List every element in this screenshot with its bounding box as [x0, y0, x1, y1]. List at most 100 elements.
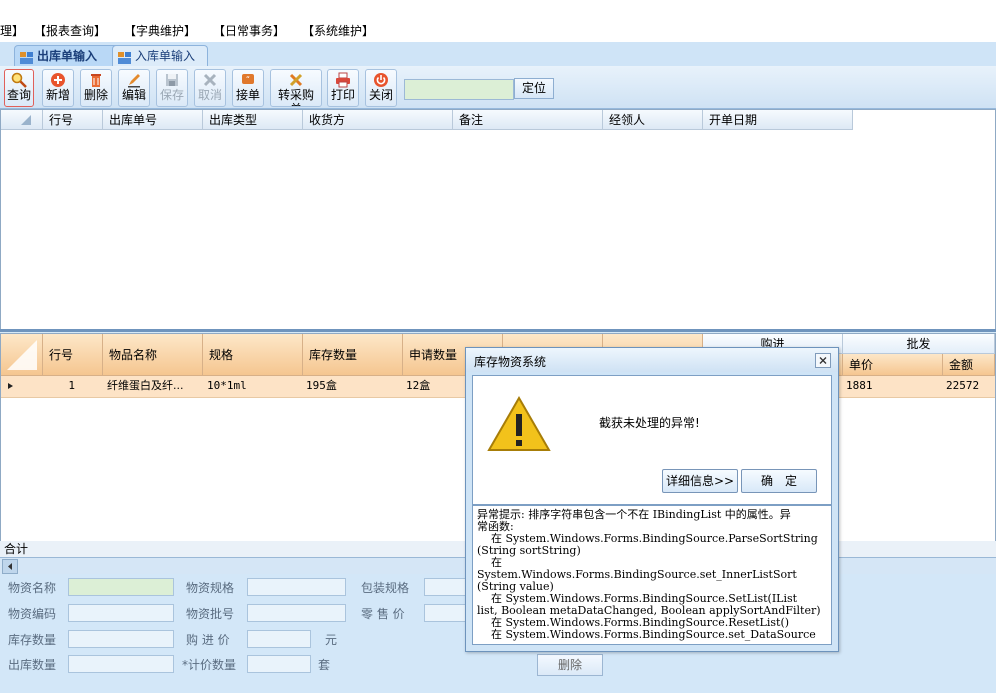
item-code-field[interactable] [68, 604, 174, 622]
edit-icon [125, 72, 143, 88]
group-header-wholesale: 批发 [843, 334, 995, 354]
query-label: 查询 [6, 88, 31, 102]
tab-inbound-input[interactable]: 入库单输入 [112, 45, 208, 66]
form-delete-button[interactable]: 删除 [537, 654, 603, 676]
column-header-remarks[interactable]: 备注 [453, 110, 603, 130]
menu-item-daily-tasks[interactable]: 【日常事务】 [213, 22, 285, 39]
item-name-field[interactable] [68, 578, 174, 596]
ok-button[interactable]: 确 定 [741, 469, 817, 493]
yuan-unit-label: 元 [325, 633, 338, 647]
print-label: 打印 [330, 88, 355, 102]
add-button[interactable]: 新增 [42, 69, 74, 107]
tab-label: 入库单输入 [135, 49, 196, 63]
select-all-corner[interactable] [1, 334, 43, 376]
exception-detail-text[interactable]: 异常提示: 排序字符串包含一个不在 IBindingList 中的属性。异 常函… [472, 505, 832, 645]
power-icon [372, 72, 390, 88]
pack-spec-label: 包装规格 [361, 581, 410, 595]
cancel-button[interactable]: 取消 [194, 69, 226, 107]
save-button[interactable]: 保存 [156, 69, 188, 107]
splitter[interactable] [0, 329, 996, 332]
details-button[interactable]: 详细信息>> [662, 469, 738, 493]
close-button[interactable]: 关闭 [365, 69, 397, 107]
set-unit-label: 套 [318, 658, 331, 672]
column-header-spec[interactable]: 规格 [203, 334, 303, 376]
scroll-left-icon[interactable] [2, 559, 18, 574]
add-icon [49, 72, 67, 88]
delete-button[interactable]: 删除 [80, 69, 112, 107]
column-header-receiver[interactable]: 收货方 [303, 110, 453, 130]
column-header-outbound-no[interactable]: 出库单号 [103, 110, 203, 130]
menu-item-system[interactable]: 【系统维护】 [302, 22, 374, 39]
detail-line: 在 System.Windows.Forms.BindingSource.set… [477, 628, 816, 641]
locate-button[interactable]: 定位 [514, 78, 554, 99]
tab-strip: 出库单输入 入库单输入 [0, 42, 996, 67]
menu-item-report-query[interactable]: 【报表查询】 [34, 22, 106, 39]
column-header-row-no[interactable]: 行号 [43, 110, 103, 130]
close-icon[interactable] [815, 353, 831, 368]
query-button[interactable]: 查询 [4, 69, 34, 107]
print-icon [334, 72, 352, 88]
menu-item-management[interactable]: 理】 [0, 22, 24, 39]
dialog-title: 库存物资系统 [474, 355, 547, 369]
item-batch-label: 物资批号 [186, 607, 235, 621]
cancel-icon [201, 72, 219, 88]
pack-spec-field[interactable] [424, 578, 466, 596]
item-code-label: 物资编码 [8, 607, 57, 621]
receive-icon: “ [239, 72, 257, 88]
column-header-row-no[interactable]: 行号 [43, 334, 103, 376]
receive-order-button[interactable]: “ 接单 [232, 69, 264, 107]
tab-outbound-input[interactable]: 出库单输入 [14, 45, 124, 66]
item-spec-field[interactable] [247, 578, 346, 596]
select-all-corner[interactable] [1, 110, 43, 130]
dialog-title-bar: 库存物资系统 [466, 348, 838, 372]
convert-icon [287, 72, 305, 88]
convert-to-purchase-button[interactable]: 转采购单 [270, 69, 322, 107]
item-batch-field[interactable] [247, 604, 346, 622]
column-header-issue-date[interactable]: 开单日期 [703, 110, 853, 130]
row-selector-icon [7, 376, 15, 396]
retail-price-field[interactable] [424, 604, 466, 622]
out-qty-field[interactable] [68, 655, 174, 673]
stock-qty-label: 库存数量 [8, 633, 57, 647]
locate-input[interactable] [404, 79, 514, 100]
column-header-amount[interactable]: 金额 [943, 354, 995, 376]
form-icon [20, 50, 33, 64]
edit-button[interactable]: 编辑 [118, 69, 150, 107]
total-label: 合计 [4, 542, 29, 556]
out-qty-label: 出库数量 [8, 658, 57, 672]
save-icon [163, 72, 181, 88]
stock-qty-field[interactable] [68, 630, 174, 648]
cell-stock-qty: 195盒 [306, 379, 337, 392]
menu-item-dictionary[interactable]: 【字典维护】 [124, 22, 196, 39]
form-icon [118, 50, 131, 64]
close-label: 关闭 [368, 88, 393, 102]
column-header-stock-qty[interactable]: 库存数量 [303, 334, 403, 376]
convert-to-purchase-label: 转采购单 [277, 88, 314, 106]
delete-label: 删除 [83, 88, 108, 102]
trash-icon [87, 72, 105, 88]
dialog-message: 截获未处理的异常! [599, 416, 700, 430]
purchase-price-field[interactable] [247, 630, 311, 648]
column-header-handler[interactable]: 经领人 [603, 110, 703, 130]
menu-bar: 理】 【报表查询】 【字典维护】 【日常事务】 【系统维护】 [0, 0, 996, 43]
item-spec-label: 物资规格 [186, 581, 235, 595]
detail-line: 异常提示: 排序字符串包含一个不在 IBindingList 中的属性。异 [477, 508, 791, 521]
cancel-label: 取消 [197, 88, 222, 102]
cell-item-name: 纤维蛋白及纤... [107, 379, 184, 392]
edit-label: 编辑 [121, 88, 146, 102]
exception-dialog: 库存物资系统 截获未处理的异常! 详细信息>> 确 定 异常提示: 排序字符串包… [465, 347, 839, 652]
pricing-qty-field[interactable] [247, 655, 311, 673]
dialog-message-panel: 截获未处理的异常! 详细信息>> 确 定 [472, 375, 832, 505]
retail-price-label: 零 售 价 [361, 607, 405, 621]
cell-requested-qty: 12盒 [406, 379, 431, 392]
svg-text:“: “ [246, 75, 250, 84]
print-button[interactable]: 打印 [327, 69, 359, 107]
receive-order-label: 接单 [235, 88, 260, 102]
column-header-outbound-type[interactable]: 出库类型 [203, 110, 303, 130]
cell-unit-price: 1881 [846, 379, 873, 392]
item-name-label: 物资名称 [8, 581, 57, 595]
add-label: 新增 [45, 88, 70, 102]
outbound-list-grid: 行号 出库单号 出库类型 收货方 备注 经领人 开单日期 [0, 109, 996, 331]
column-header-unit-price[interactable]: 单价 [843, 354, 943, 376]
column-header-item-name[interactable]: 物品名称 [103, 334, 203, 376]
